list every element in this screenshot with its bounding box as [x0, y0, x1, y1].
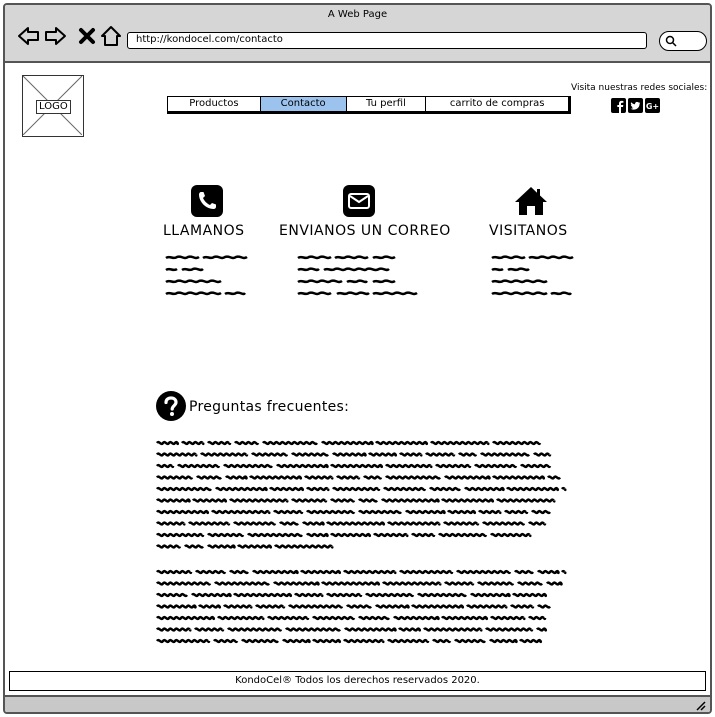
social-label: Visita nuestras redes sociales: — [571, 83, 708, 93]
google-plus-icon[interactable]: G+ — [645, 98, 660, 113]
faq-title: Preguntas frecuentes: — [189, 399, 350, 415]
browser-titlebar: A Web Page http://kondocel.com/contacto — [5, 5, 710, 63]
page-footer: KondoCel® Todos los derechos reservados … — [9, 671, 706, 691]
logo-label: LOGO — [36, 100, 71, 114]
social-icons: G+ — [611, 98, 660, 113]
menu-item-contacto[interactable]: Contacto — [260, 97, 347, 111]
envelope-icon — [343, 185, 375, 217]
browser-statusbar — [5, 695, 710, 712]
contact-call-title: LLAMANOS — [163, 223, 245, 239]
close-icon[interactable] — [75, 24, 99, 48]
resize-grip-icon[interactable] — [694, 699, 706, 711]
address-bar[interactable]: http://kondocel.com/contacto — [127, 32, 647, 49]
browser-window: A Web Page http://kondocel.com/contacto … — [3, 3, 712, 714]
logo-placeholder[interactable]: LOGO — [22, 75, 84, 137]
faq-placeholder-text-scribble — [155, 440, 567, 644]
placeholder-text-scribble — [165, 255, 248, 296]
home-icon[interactable] — [99, 24, 123, 48]
contact-email-title: ENVIANOS UN CORREO — [279, 223, 451, 239]
menu-item-carrito[interactable]: carrito de compras — [426, 97, 568, 111]
phone-icon — [191, 185, 223, 217]
forward-arrow-icon[interactable] — [43, 24, 67, 48]
window-title: A Web Page — [327, 9, 388, 20]
house-icon — [515, 187, 547, 215]
placeholder-text-scribble — [297, 255, 418, 296]
menu-item-productos[interactable]: Productos — [168, 97, 261, 111]
back-arrow-icon[interactable] — [17, 24, 41, 48]
search-field[interactable] — [659, 31, 707, 51]
twitter-icon[interactable] — [628, 98, 643, 113]
question-mark-icon — [156, 391, 186, 421]
facebook-icon[interactable] — [611, 98, 626, 113]
search-icon — [665, 35, 677, 47]
placeholder-text-scribble — [491, 255, 574, 296]
svg-text:G+: G+ — [646, 102, 659, 111]
menu-item-tu-perfil[interactable]: Tu perfil — [347, 97, 427, 111]
contact-visit-title: VISITANOS — [489, 223, 568, 239]
main-menu: Productos Contacto Tu perfil carrito de … — [167, 96, 571, 114]
